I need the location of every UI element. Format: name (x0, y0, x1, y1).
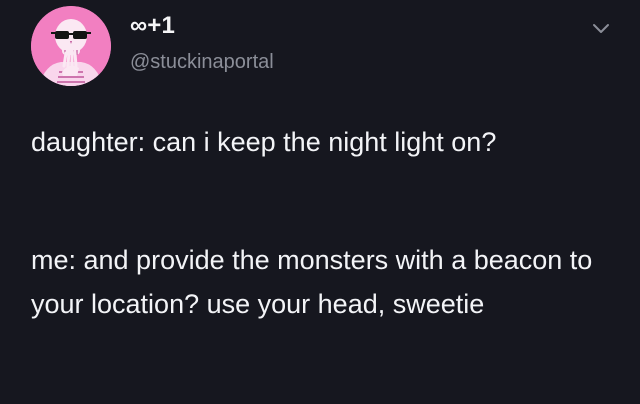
chevron-down-icon[interactable] (588, 18, 614, 40)
skeleton-avatar-icon (31, 6, 111, 86)
tweet-text-line-1: daughter: can i keep the night light on? (31, 127, 497, 157)
avatar[interactable] (31, 6, 111, 86)
tweet-text-line-2: me: and provide the monsters with a beac… (31, 245, 593, 319)
user-handle[interactable]: @stuckinaportal (130, 51, 274, 74)
display-name[interactable]: ∞+1 (130, 12, 175, 40)
tweet-card: ∞+1 @stuckinaportal daughter: can i keep… (0, 0, 640, 404)
